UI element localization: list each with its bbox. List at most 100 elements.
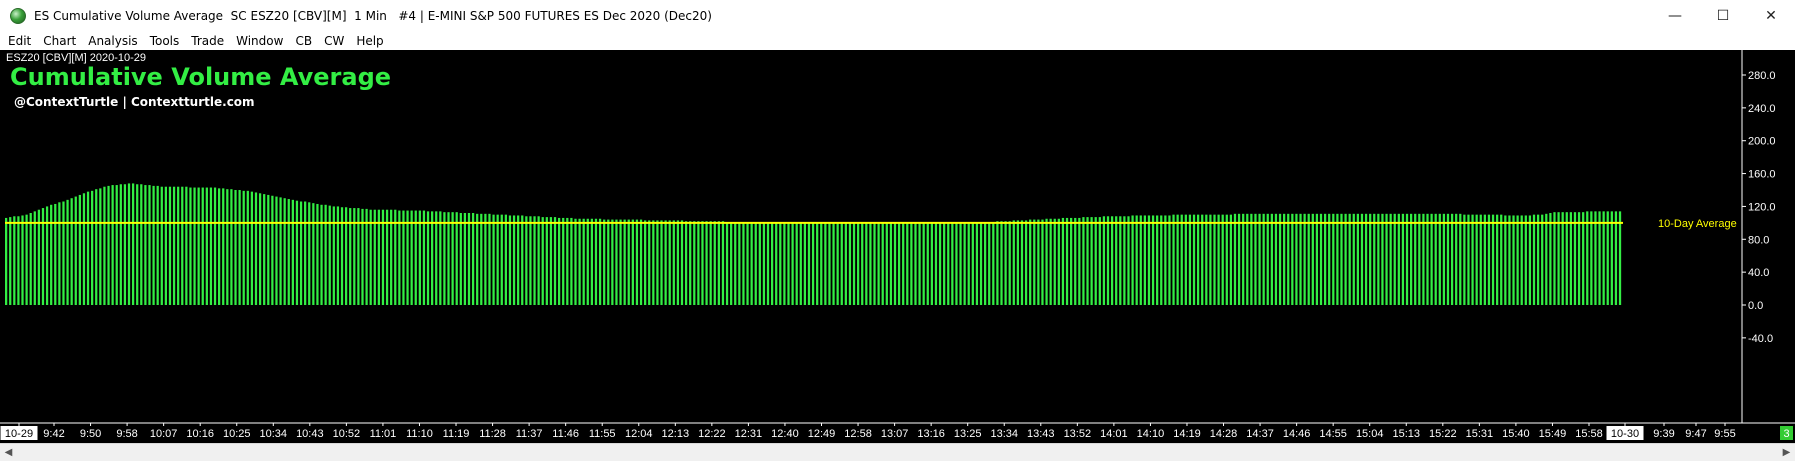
- volume-bar: [1496, 214, 1499, 305]
- volume-bar: [627, 219, 630, 305]
- volume-bar: [246, 190, 249, 305]
- volume-bar: [213, 187, 217, 305]
- volume-bar: [1037, 219, 1040, 305]
- menu-cb[interactable]: CB: [289, 32, 318, 50]
- menu-trade[interactable]: Trade: [185, 32, 230, 50]
- volume-bar: [484, 213, 487, 305]
- volume-bar: [1311, 213, 1314, 305]
- close-button[interactable]: ✕: [1747, 0, 1795, 32]
- x-tick-label: 12:04: [625, 428, 653, 440]
- volume-bar: [320, 204, 323, 305]
- menu-help[interactable]: Help: [350, 32, 389, 50]
- volume-bar: [840, 222, 843, 305]
- volume-bar: [988, 222, 991, 305]
- menu-analysis[interactable]: Analysis: [82, 32, 143, 50]
- volume-bar: [201, 187, 204, 305]
- menu-window[interactable]: Window: [230, 32, 289, 50]
- volume-bar: [529, 216, 532, 305]
- volume-bar: [676, 220, 680, 305]
- volume-bar: [701, 221, 704, 305]
- maximize-button[interactable]: ☐: [1699, 0, 1747, 32]
- x-tick-label: 11:28: [479, 428, 506, 440]
- volume-bar: [738, 222, 741, 305]
- volume-bar: [648, 220, 651, 305]
- volume-bar: [553, 217, 557, 305]
- volume-bar: [29, 213, 32, 305]
- volume-bar: [1385, 213, 1388, 305]
- volume-bar: [1422, 213, 1425, 305]
- volume-bar: [54, 203, 57, 305]
- x-tick-label: 12:22: [698, 428, 726, 440]
- volume-bar: [1250, 213, 1253, 305]
- volume-bar: [140, 184, 143, 305]
- volume-bar: [1332, 213, 1335, 305]
- volume-bar: [844, 222, 847, 305]
- volume-bar: [1434, 213, 1437, 305]
- volume-bar: [1377, 213, 1380, 305]
- menu-cw[interactable]: CW: [318, 32, 350, 50]
- volume-bar: [1270, 213, 1273, 305]
- volume-bar: [287, 199, 290, 305]
- volume-bar: [1049, 218, 1052, 305]
- volume-bar: [1450, 213, 1454, 305]
- minimize-button[interactable]: —: [1651, 0, 1699, 32]
- y-tick-label: 280.0: [1748, 70, 1776, 82]
- x-tick-label: 12:58: [844, 428, 872, 440]
- volume-bar: [1397, 213, 1400, 305]
- menu-tools[interactable]: Tools: [144, 32, 186, 50]
- chart-svg[interactable]: ESZ20 [CBV][M] 2020-10-29 Cumulative Vol…: [0, 50, 1795, 443]
- volume-bar: [422, 210, 426, 305]
- volume-bar: [1127, 216, 1130, 305]
- window-title: ES Cumulative Volume Average SC ESZ20 [C…: [34, 9, 712, 23]
- x-tick-label: 9:55: [1714, 428, 1735, 440]
- volume-bar: [770, 222, 774, 305]
- volume-bar: [947, 222, 950, 305]
- volume-bar: [1237, 213, 1241, 305]
- volume-bar: [1196, 214, 1200, 305]
- window-controls: — ☐ ✕: [1651, 0, 1795, 32]
- volume-bar: [910, 222, 913, 305]
- volume-bar: [1295, 213, 1298, 305]
- volume-bar: [1446, 213, 1450, 305]
- volume-bar: [131, 183, 135, 305]
- menu-edit[interactable]: Edit: [0, 32, 37, 50]
- volume-bar: [1225, 214, 1228, 305]
- volume-bar: [402, 210, 405, 305]
- x-tick-label: 13:52: [1064, 428, 1092, 440]
- volume-bar: [37, 209, 41, 305]
- scroll-left-arrow-icon[interactable]: ◀: [0, 444, 17, 461]
- x-tick-label: 10:25: [223, 428, 251, 440]
- volume-bar: [549, 217, 553, 305]
- x-tick-label: 12:31: [735, 428, 763, 440]
- volume-bar: [1229, 214, 1233, 305]
- volume-bar: [1536, 214, 1540, 305]
- volume-bar: [664, 220, 667, 305]
- volume-bar: [1393, 213, 1396, 305]
- x-tick-label: 14:55: [1319, 428, 1347, 440]
- volume-bar: [832, 222, 835, 305]
- volume-bar: [951, 222, 954, 305]
- volume-bar: [324, 204, 327, 305]
- volume-bar: [463, 213, 467, 305]
- x-tick-label: 11:01: [370, 428, 397, 440]
- volume-bar: [1381, 213, 1384, 305]
- horizontal-scrollbar[interactable]: ◀ ▶: [0, 443, 1795, 461]
- volume-bar: [209, 187, 213, 305]
- volume-bar: [1119, 216, 1122, 305]
- volume-bar: [1360, 213, 1364, 305]
- y-tick-label: 80.0: [1748, 234, 1769, 246]
- volume-bar: [1258, 213, 1261, 305]
- volume-bar: [1254, 213, 1257, 305]
- volume-bar: [205, 187, 208, 305]
- volume-bar: [754, 222, 757, 305]
- volume-bar: [1557, 212, 1560, 305]
- scroll-right-arrow-icon[interactable]: ▶: [1778, 444, 1795, 461]
- volume-bar: [885, 222, 888, 305]
- menu-chart[interactable]: Chart: [37, 32, 82, 50]
- volume-bar: [1188, 214, 1192, 305]
- volume-bar: [1549, 213, 1552, 305]
- volume-bar: [1479, 214, 1482, 305]
- x-tick-label: 11:19: [443, 428, 470, 440]
- volume-bar: [713, 221, 716, 305]
- chart-area[interactable]: ESZ20 [CBV][M] 2020-10-29 Cumulative Vol…: [0, 50, 1795, 461]
